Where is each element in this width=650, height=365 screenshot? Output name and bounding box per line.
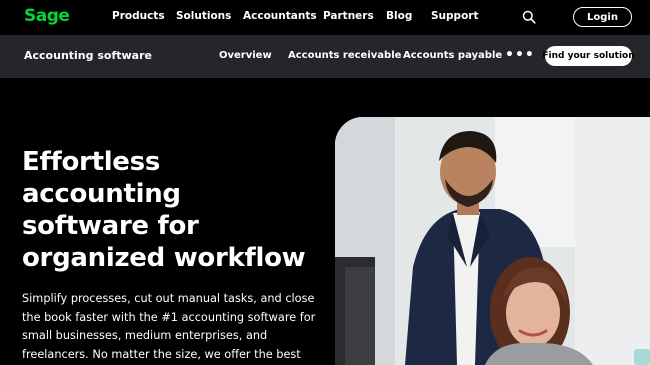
hero-title-line: accounting	[22, 179, 181, 209]
sub-navigation: Accounting software Overview Accounts re…	[0, 35, 650, 78]
subnav-link-accounts-receivable[interactable]: Accounts receivable	[288, 50, 401, 61]
nav-item-solutions[interactable]: Solutions	[176, 10, 231, 22]
subnav-link-overview[interactable]: Overview	[219, 50, 272, 61]
section-title[interactable]: Accounting software	[24, 49, 152, 62]
nav-item-support[interactable]: Support	[431, 10, 478, 22]
nav-item-products[interactable]: Products	[112, 10, 165, 22]
hero-photo	[335, 117, 650, 365]
hero-title-line: software for	[22, 211, 199, 241]
hero-title: Effortless accounting software for organ…	[22, 146, 322, 274]
top-navigation: Sage Products Solutions Accountants Part…	[0, 0, 650, 35]
hero-description-line: the book faster with the #1 accounting s…	[22, 310, 316, 324]
hero-description: Simplify processes, cut out manual tasks…	[22, 290, 316, 364]
hero-description-line: Simplify processes, cut out manual tasks…	[22, 292, 315, 305]
sage-logo[interactable]: Sage	[24, 6, 70, 26]
hero-title-line: organized workflow	[22, 243, 306, 273]
hero-description-line: freelancers. No matter the size, we offe…	[22, 347, 301, 361]
search-icon[interactable]	[522, 10, 536, 24]
hero-description-line: small businesses, medium enterprises, an…	[22, 329, 268, 342]
hero-title-line: Effortless	[22, 147, 160, 177]
nav-item-blog[interactable]: Blog	[386, 10, 412, 22]
subnav-link-accounts-payable[interactable]: Accounts payable	[403, 50, 502, 61]
nav-item-accountants[interactable]: Accountants	[243, 10, 317, 22]
nav-item-partners[interactable]: Partners	[323, 10, 374, 22]
find-your-solution-button[interactable]: Find your solution	[542, 46, 635, 66]
login-button[interactable]: Login	[573, 7, 632, 27]
more-horizontal-icon[interactable]: •••	[505, 47, 535, 63]
